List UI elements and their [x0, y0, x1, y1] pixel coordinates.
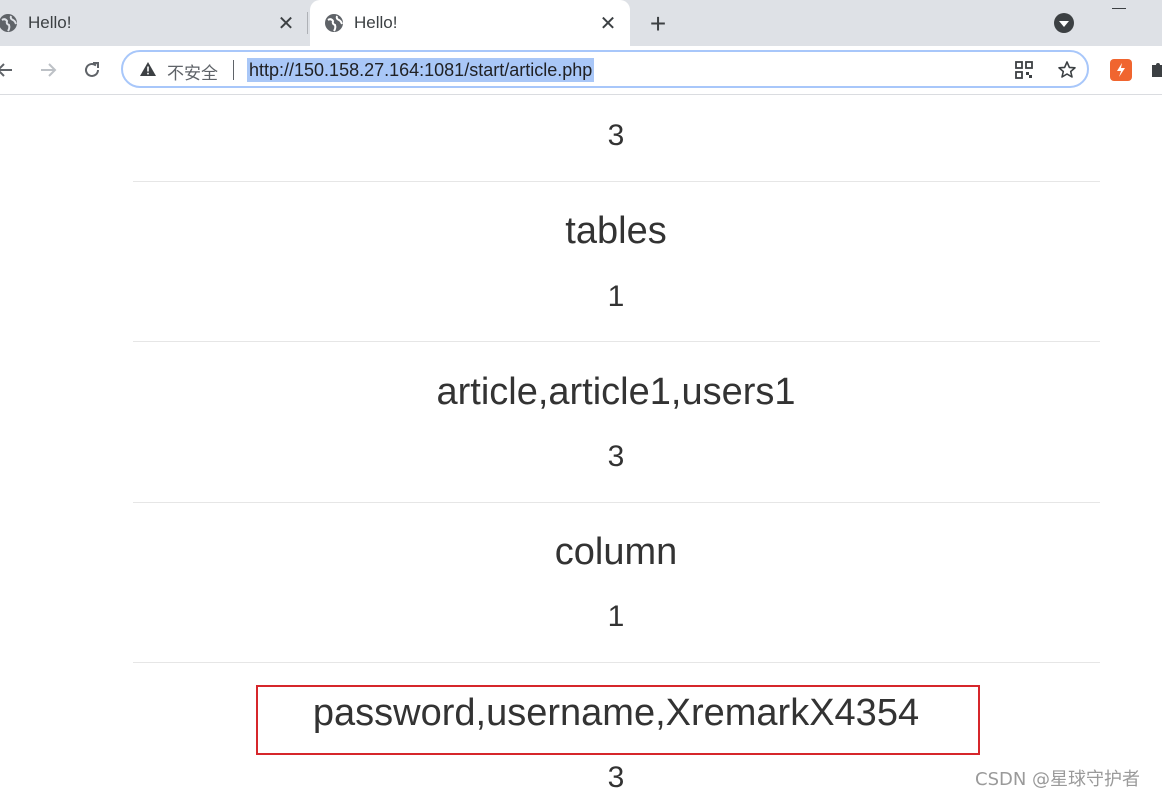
forward-icon[interactable]: [33, 55, 63, 85]
warning-icon[interactable]: [139, 61, 157, 77]
tab-hello-2[interactable]: Hello! ✕: [310, 0, 630, 46]
tab-title: Hello!: [28, 13, 72, 32]
divider: [133, 502, 1100, 503]
back-icon[interactable]: [0, 55, 20, 85]
close-icon[interactable]: ✕: [272, 9, 300, 37]
section-title: article,article1,users1: [436, 371, 796, 413]
value-text: 1: [607, 280, 625, 313]
qr-code-icon[interactable]: [1013, 59, 1035, 81]
divider: [133, 341, 1100, 342]
tab-title: Hello!: [354, 13, 398, 32]
divider: [233, 60, 234, 80]
globe-icon: [324, 13, 344, 33]
tab-hello-1[interactable]: Hello! ✕: [0, 0, 308, 46]
bookmark-star-icon[interactable]: [1056, 59, 1078, 81]
close-icon[interactable]: ✕: [594, 9, 622, 37]
new-tab-button[interactable]: +: [642, 8, 674, 40]
globe-icon: [0, 13, 18, 33]
divider: [133, 181, 1100, 182]
value-text: 1: [607, 600, 625, 633]
tab-strip: Hello! ✕ Hello! ✕ +: [0, 0, 1162, 46]
section-title: tables: [565, 210, 667, 252]
divider: [133, 662, 1100, 663]
minimize-button[interactable]: [1112, 8, 1126, 9]
extension-icon[interactable]: [1110, 59, 1132, 81]
reload-icon[interactable]: [77, 55, 107, 85]
tab-search-icon[interactable]: [1052, 11, 1076, 35]
watermark: CSDN @星球守护者: [975, 769, 1141, 790]
address-bar[interactable]: 不安全 http://150.158.27.164:1081/start/art…: [121, 50, 1089, 88]
section-title: column: [554, 531, 678, 573]
value-text: 3: [607, 440, 625, 473]
value-text: 3: [607, 119, 625, 152]
security-label[interactable]: 不安全: [167, 59, 218, 84]
extensions-puzzle-icon[interactable]: [1150, 59, 1162, 81]
page-content: 3 tables 1 article,article1,users1 3 col…: [0, 95, 1162, 796]
section-title: password,username,XremarkX4354: [312, 692, 920, 734]
browser-toolbar: 不安全 http://150.158.27.164:1081/start/art…: [0, 46, 1162, 95]
url-text[interactable]: http://150.158.27.164:1081/start/article…: [247, 58, 595, 82]
